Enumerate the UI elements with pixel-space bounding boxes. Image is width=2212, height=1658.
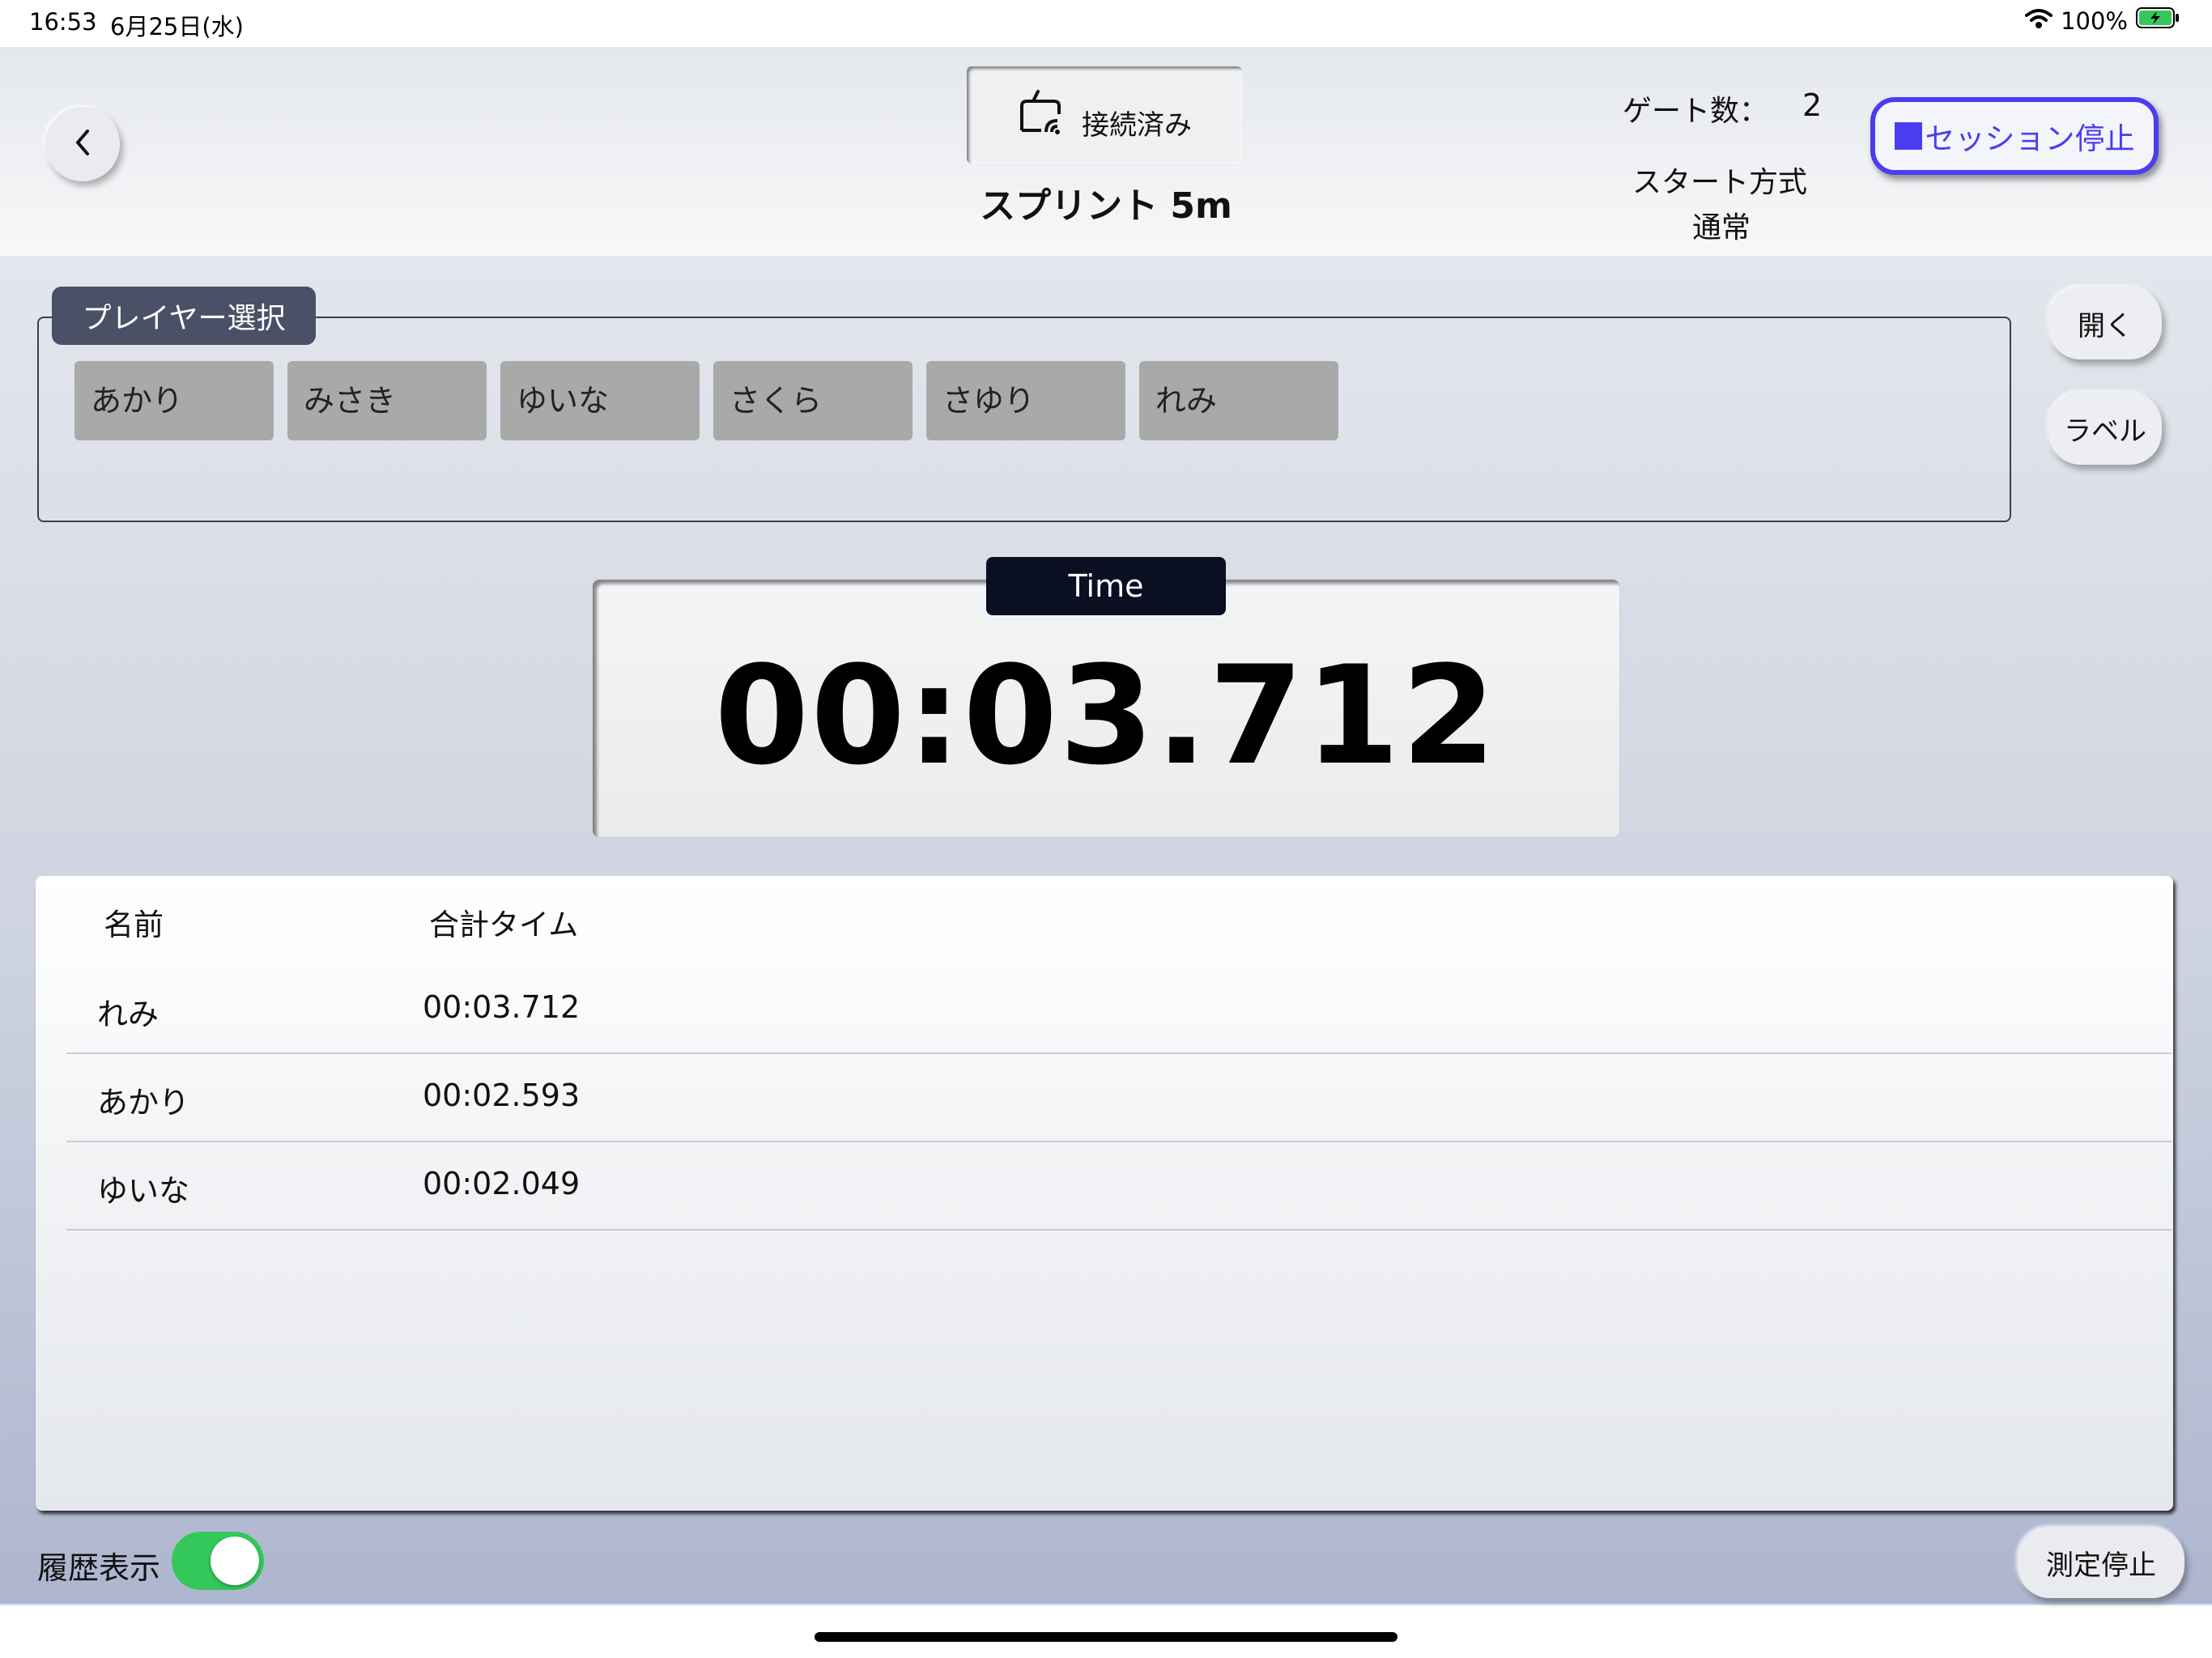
row-name: ゆいな [97, 1173, 190, 1209]
cast-icon [1017, 90, 1064, 140]
start-method-label: スタート方式 [1632, 166, 1808, 199]
player-chip[interactable]: あかり [74, 361, 274, 440]
table-row[interactable] [66, 965, 2172, 1054]
row-time: 00:02.593 [423, 1078, 581, 1113]
row-name: れみ [97, 997, 160, 1032]
history-toggle-label: 履歴表示 [37, 1550, 161, 1586]
battery-percent: 100% [2061, 6, 2128, 35]
home-indicator[interactable] [815, 1632, 1397, 1642]
row-time: 00:02.049 [423, 1166, 581, 1201]
label-button[interactable]: ラベル [2048, 392, 2162, 465]
back-button[interactable] [45, 107, 120, 181]
table-row[interactable] [66, 1053, 2172, 1142]
row-time: 00:03.712 [423, 989, 581, 1025]
player-select-title: プレイヤー選択 [52, 287, 316, 345]
status-time: 16:53 [29, 8, 97, 36]
timer-label: Time [986, 557, 1226, 615]
gate-count-label: ゲート数： [1623, 95, 1769, 128]
stop-session-button[interactable]: セッション停止 [1870, 97, 2159, 175]
status-bar [0, 0, 2212, 47]
row-name: あかり [97, 1085, 190, 1120]
history-toggle[interactable] [172, 1532, 264, 1590]
column-header-total-time: 合計タイム [429, 908, 579, 942]
gate-count-value: 2 [1802, 87, 1823, 123]
connection-label: 接続済み [1082, 108, 1192, 142]
wifi-icon [2025, 7, 2053, 35]
status-date: 6月25日(水) [110, 13, 244, 40]
page-title: スプリント 5m [980, 185, 1232, 227]
timer-value: 00:03.712 [714, 636, 1498, 795]
stop-icon [1894, 122, 1922, 150]
stop-session-label: セッション停止 [1925, 121, 2135, 156]
start-method-value: 通常 [1692, 211, 1751, 244]
toggle-knob [211, 1537, 259, 1585]
measure-stop-button[interactable]: 測定停止 [2018, 1527, 2184, 1598]
chevron-left-icon [71, 126, 94, 162]
status-indicators: 100% [2025, 6, 2180, 35]
table-row[interactable] [66, 1141, 2172, 1231]
player-chip[interactable]: みさき [287, 361, 487, 440]
player-chip[interactable]: さくら [713, 361, 912, 440]
battery-icon [2136, 6, 2180, 35]
connection-status: 接続済み [967, 66, 1242, 164]
player-chip[interactable]: れみ [1139, 361, 1338, 440]
player-chip[interactable]: ゆいな [500, 361, 700, 440]
column-header-name: 名前 [104, 908, 164, 942]
player-chip[interactable]: さゆり [926, 361, 1125, 440]
open-button[interactable]: 開く [2048, 287, 2162, 359]
